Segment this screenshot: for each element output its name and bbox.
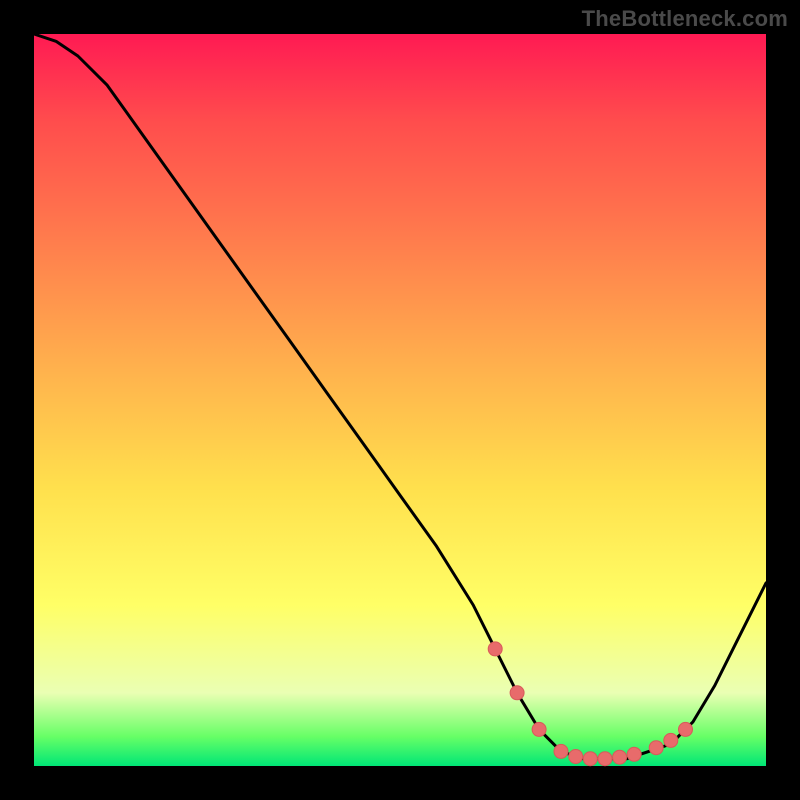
highlight-dot bbox=[532, 722, 546, 736]
highlight-dot bbox=[569, 750, 583, 764]
highlight-dot bbox=[613, 750, 627, 764]
bottleneck-curve bbox=[34, 34, 766, 759]
highlight-dot bbox=[488, 642, 502, 656]
highlight-dot bbox=[679, 722, 693, 736]
highlight-dot bbox=[554, 744, 568, 758]
highlight-dot bbox=[649, 741, 663, 755]
highlight-dot bbox=[627, 747, 641, 761]
marker-group bbox=[488, 642, 692, 766]
highlight-dot bbox=[583, 752, 597, 766]
highlight-dot bbox=[664, 733, 678, 747]
highlight-dot bbox=[510, 686, 524, 700]
watermark-text: TheBottleneck.com bbox=[582, 6, 788, 32]
highlight-dot bbox=[598, 752, 612, 766]
chart-frame: TheBottleneck.com bbox=[0, 0, 800, 800]
plot-area bbox=[34, 34, 766, 766]
curve-svg bbox=[34, 34, 766, 766]
